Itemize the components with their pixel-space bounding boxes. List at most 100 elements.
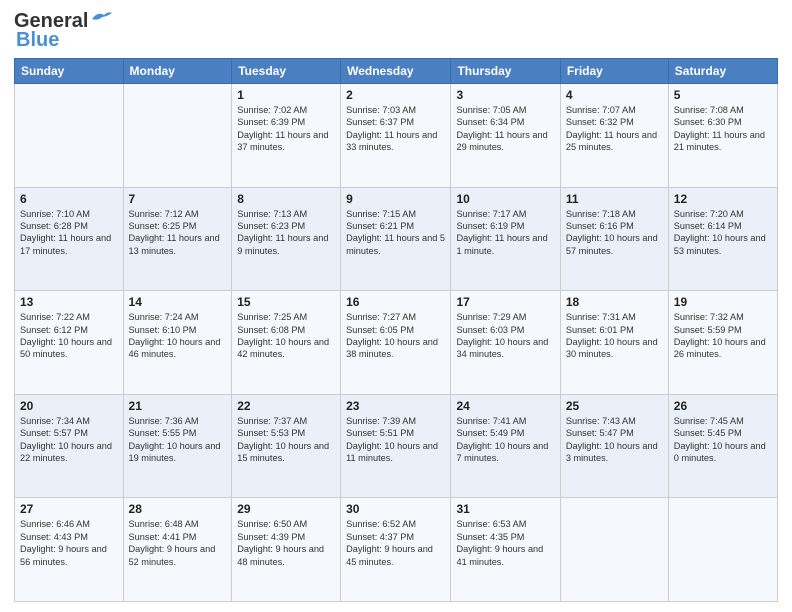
calendar-cell: 2 Sunrise: 7:03 AM Sunset: 6:37 PM Daylig… xyxy=(341,84,451,188)
day-number: 10 xyxy=(456,192,554,206)
cell-content: Sunrise: 7:41 AM Sunset: 5:49 PM Dayligh… xyxy=(456,415,554,465)
day-number: 19 xyxy=(674,295,772,309)
day-header-sunday: Sunday xyxy=(15,59,124,84)
calendar-cell: 17Sunrise: 7:29 AM Sunset: 6:03 PM Dayli… xyxy=(451,291,560,395)
cell-content: Sunrise: 7:05 AM Sunset: 6:34 PM Dayligh… xyxy=(456,104,554,154)
week-row-4: 20Sunrise: 7:34 AM Sunset: 5:57 PM Dayli… xyxy=(15,394,778,498)
calendar-table: SundayMondayTuesdayWednesdayThursdayFrid… xyxy=(14,58,778,602)
cell-content: Sunrise: 6:46 AM Sunset: 4:43 PM Dayligh… xyxy=(20,518,118,568)
day-number: 15 xyxy=(237,295,335,309)
day-number: 8 xyxy=(237,192,335,206)
calendar-cell: 27 Sunrise: 6:46 AM Sunset: 4:43 PM Dayli… xyxy=(15,498,124,602)
calendar-cell: 21 Sunrise: 7:36 AM Sunset: 5:55 PM Dayli… xyxy=(123,394,232,498)
day-number: 21 xyxy=(129,399,227,413)
calendar-cell: 16 Sunrise: 7:27 AM Sunset: 6:05 PM Dayli… xyxy=(341,291,451,395)
calendar-cell: 30 Sunrise: 6:52 AM Sunset: 4:37 PM Dayli… xyxy=(341,498,451,602)
cell-content: Sunrise: 7:37 AM Sunset: 5:53 PM Dayligh… xyxy=(237,415,335,465)
day-number: 14 xyxy=(129,295,227,309)
cell-content: Sunrise: 7:20 AM Sunset: 6:14 PM Dayligh… xyxy=(674,208,772,258)
cell-content: Sunrise: 7:24 AM Sunset: 6:10 PM Dayligh… xyxy=(129,311,227,361)
calendar-cell: 6 Sunrise: 7:10 AM Sunset: 6:28 PM Daylig… xyxy=(15,187,124,291)
calendar-cell xyxy=(668,498,777,602)
day-number: 30 xyxy=(346,502,445,516)
week-row-3: 13 Sunrise: 7:22 AM Sunset: 6:12 PM Dayli… xyxy=(15,291,778,395)
cell-content: Sunrise: 6:48 AM Sunset: 4:41 PM Dayligh… xyxy=(129,518,227,568)
cell-content: Sunrise: 6:50 AM Sunset: 4:39 PM Dayligh… xyxy=(237,518,335,568)
day-number: 11 xyxy=(566,192,663,206)
day-number: 29 xyxy=(237,502,335,516)
calendar-cell: 29 Sunrise: 6:50 AM Sunset: 4:39 PM Dayli… xyxy=(232,498,341,602)
cell-content: Sunrise: 7:36 AM Sunset: 5:55 PM Dayligh… xyxy=(129,415,227,465)
cell-content: Sunrise: 7:25 AM Sunset: 6:08 PM Dayligh… xyxy=(237,311,335,361)
day-number: 7 xyxy=(129,192,227,206)
calendar-page: General Blue SundayMondayTuesdayWednesda… xyxy=(0,0,792,612)
calendar-cell: 10Sunrise: 7:17 AM Sunset: 6:19 PM Dayli… xyxy=(451,187,560,291)
logo-blue: Blue xyxy=(16,29,59,52)
calendar-cell: 12Sunrise: 7:20 AM Sunset: 6:14 PM Dayli… xyxy=(668,187,777,291)
cell-content: Sunrise: 7:45 AM Sunset: 5:45 PM Dayligh… xyxy=(674,415,772,465)
calendar-cell: 22 Sunrise: 7:37 AM Sunset: 5:53 PM Dayli… xyxy=(232,394,341,498)
calendar-cell: 9 Sunrise: 7:15 AM Sunset: 6:21 PM Daylig… xyxy=(341,187,451,291)
calendar-cell: 5Sunrise: 7:08 AM Sunset: 6:30 PM Daylig… xyxy=(668,84,777,188)
cell-content: Sunrise: 7:15 AM Sunset: 6:21 PM Dayligh… xyxy=(346,208,445,258)
week-row-1: 1Sunrise: 7:02 AM Sunset: 6:39 PM Daylig… xyxy=(15,84,778,188)
calendar-cell: 23Sunrise: 7:39 AM Sunset: 5:51 PM Dayli… xyxy=(341,394,451,498)
cell-content: Sunrise: 7:32 AM Sunset: 5:59 PM Dayligh… xyxy=(674,311,772,361)
logo: General Blue xyxy=(14,10,112,52)
cell-content: Sunrise: 6:52 AM Sunset: 4:37 PM Dayligh… xyxy=(346,518,445,568)
day-number: 18 xyxy=(566,295,663,309)
day-number: 22 xyxy=(237,399,335,413)
calendar-cell: 4 Sunrise: 7:07 AM Sunset: 6:32 PM Daylig… xyxy=(560,84,668,188)
day-number: 24 xyxy=(456,399,554,413)
calendar-cell: 13 Sunrise: 7:22 AM Sunset: 6:12 PM Dayli… xyxy=(15,291,124,395)
calendar-cell: 24 Sunrise: 7:41 AM Sunset: 5:49 PM Dayli… xyxy=(451,394,560,498)
cell-content: Sunrise: 7:22 AM Sunset: 6:12 PM Dayligh… xyxy=(20,311,118,361)
day-header-monday: Monday xyxy=(123,59,232,84)
cell-content: Sunrise: 7:43 AM Sunset: 5:47 PM Dayligh… xyxy=(566,415,663,465)
day-number: 31 xyxy=(456,502,554,516)
cell-content: Sunrise: 7:10 AM Sunset: 6:28 PM Dayligh… xyxy=(20,208,118,258)
cell-content: Sunrise: 7:13 AM Sunset: 6:23 PM Dayligh… xyxy=(237,208,335,258)
day-number: 27 xyxy=(20,502,118,516)
cell-content: Sunrise: 7:39 AM Sunset: 5:51 PM Dayligh… xyxy=(346,415,445,465)
day-number: 26 xyxy=(674,399,772,413)
calendar-cell: 14 Sunrise: 7:24 AM Sunset: 6:10 PM Dayli… xyxy=(123,291,232,395)
week-row-5: 27 Sunrise: 6:46 AM Sunset: 4:43 PM Dayli… xyxy=(15,498,778,602)
calendar-cell: 31 Sunrise: 6:53 AM Sunset: 4:35 PM Dayli… xyxy=(451,498,560,602)
calendar-cell xyxy=(560,498,668,602)
calendar-cell: 25 Sunrise: 7:43 AM Sunset: 5:47 PM Dayli… xyxy=(560,394,668,498)
day-header-wednesday: Wednesday xyxy=(341,59,451,84)
day-number: 2 xyxy=(346,88,445,102)
calendar-cell: 20Sunrise: 7:34 AM Sunset: 5:57 PM Dayli… xyxy=(15,394,124,498)
day-number: 3 xyxy=(456,88,554,102)
header: General Blue xyxy=(14,10,778,52)
cell-content: Sunrise: 7:07 AM Sunset: 6:32 PM Dayligh… xyxy=(566,104,663,154)
cell-content: Sunrise: 7:03 AM Sunset: 6:37 PM Dayligh… xyxy=(346,104,445,154)
calendar-cell: 15 Sunrise: 7:25 AM Sunset: 6:08 PM Dayli… xyxy=(232,291,341,395)
calendar-cell: 11Sunrise: 7:18 AM Sunset: 6:16 PM Dayli… xyxy=(560,187,668,291)
calendar-cell: 7 Sunrise: 7:12 AM Sunset: 6:25 PM Daylig… xyxy=(123,187,232,291)
day-number: 4 xyxy=(566,88,663,102)
week-row-2: 6 Sunrise: 7:10 AM Sunset: 6:28 PM Daylig… xyxy=(15,187,778,291)
calendar-cell: 8 Sunrise: 7:13 AM Sunset: 6:23 PM Daylig… xyxy=(232,187,341,291)
day-number: 1 xyxy=(237,88,335,102)
day-header-friday: Friday xyxy=(560,59,668,84)
day-number: 25 xyxy=(566,399,663,413)
day-number: 16 xyxy=(346,295,445,309)
day-number: 6 xyxy=(20,192,118,206)
cell-content: Sunrise: 7:08 AM Sunset: 6:30 PM Dayligh… xyxy=(674,104,772,154)
day-number: 9 xyxy=(346,192,445,206)
calendar-cell xyxy=(15,84,124,188)
day-number: 28 xyxy=(129,502,227,516)
cell-content: Sunrise: 7:31 AM Sunset: 6:01 PM Dayligh… xyxy=(566,311,663,361)
calendar-cell: 28 Sunrise: 6:48 AM Sunset: 4:41 PM Dayli… xyxy=(123,498,232,602)
day-number: 13 xyxy=(20,295,118,309)
calendar-cell: 3 Sunrise: 7:05 AM Sunset: 6:34 PM Daylig… xyxy=(451,84,560,188)
day-header-tuesday: Tuesday xyxy=(232,59,341,84)
cell-content: Sunrise: 7:12 AM Sunset: 6:25 PM Dayligh… xyxy=(129,208,227,258)
cell-content: Sunrise: 7:34 AM Sunset: 5:57 PM Dayligh… xyxy=(20,415,118,465)
calendar-cell xyxy=(123,84,232,188)
cell-content: Sunrise: 7:27 AM Sunset: 6:05 PM Dayligh… xyxy=(346,311,445,361)
cell-content: Sunrise: 6:53 AM Sunset: 4:35 PM Dayligh… xyxy=(456,518,554,568)
cell-content: Sunrise: 7:29 AM Sunset: 6:03 PM Dayligh… xyxy=(456,311,554,361)
